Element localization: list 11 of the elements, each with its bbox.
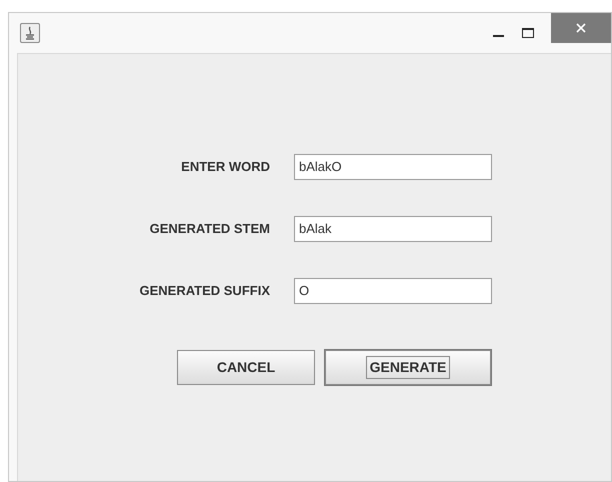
app-icon	[20, 23, 40, 43]
text-field[interactable]: O	[294, 278, 492, 304]
close-button[interactable]	[551, 13, 611, 43]
action-button[interactable]: GENERATE	[325, 350, 491, 385]
action-button[interactable]: CANCEL	[177, 350, 315, 385]
close-icon	[576, 23, 586, 33]
field-label: ENTER WORD	[180, 158, 270, 176]
text-field[interactable]: bAlakO	[294, 154, 492, 180]
field-label: GENERATED SUFFIX	[138, 282, 270, 300]
text-field[interactable]: bAlak	[294, 216, 492, 242]
field-label: GENERATED STEM	[148, 220, 270, 238]
